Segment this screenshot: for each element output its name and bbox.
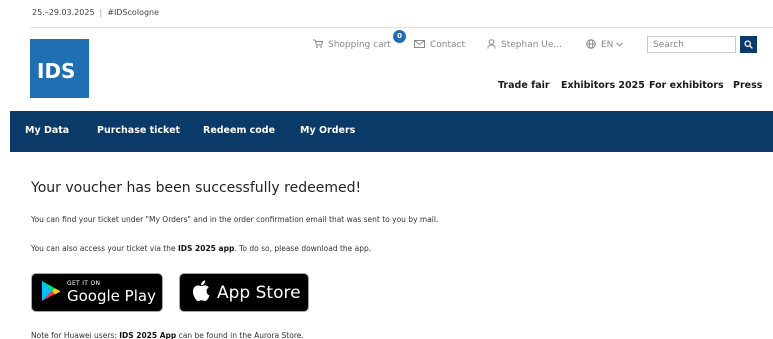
google-play-icon [41, 280, 61, 306]
app-info-post: . To do so, please download the app. [234, 244, 372, 253]
nav-press[interactable]: Press [733, 80, 762, 94]
account-subnav: My Data Purchase ticket Redeem code My O… [10, 111, 773, 152]
note-app-name: IDS 2025 App [119, 331, 177, 339]
success-headline: Your voucher has been successfully redee… [31, 180, 362, 196]
subnav-purchase-ticket[interactable]: Purchase ticket [97, 125, 180, 136]
order-info-text: You can find your ticket under "My Order… [31, 215, 439, 224]
cart-label: Shopping cart [328, 40, 391, 50]
separator: | [99, 8, 103, 17]
contact-label: Contact [430, 40, 466, 50]
cart-icon [313, 39, 324, 51]
event-dates: 25.–29.03.2025 [32, 8, 95, 17]
search-input[interactable] [647, 36, 736, 53]
app-name: IDS 2025 app [178, 244, 235, 253]
globe-icon [586, 38, 596, 52]
event-info: 25.–29.03.2025 | #IDScologne [32, 8, 159, 17]
cart-count-badge: 0 [393, 30, 406, 43]
app-info-pre: You can also access your ticket via the [31, 244, 178, 253]
mail-icon [414, 39, 425, 51]
google-play-button[interactable]: GET IT ON Google Play [31, 273, 163, 312]
subnav-my-data[interactable]: My Data [25, 125, 69, 136]
contact-link[interactable]: Contact [414, 37, 465, 53]
huawei-note: Note for Huawei users: IDS 2025 App can … [31, 331, 304, 339]
logo-text: IDS [37, 59, 75, 83]
google-play-big-text: Google Play [67, 287, 156, 305]
top-divider [30, 27, 773, 28]
apple-icon [192, 280, 210, 305]
language-label: EN [601, 40, 614, 50]
app-info-text: You can also access your ticket via the … [31, 244, 371, 253]
event-hashtag: #IDScologne [107, 8, 160, 17]
subnav-my-orders[interactable]: My Orders [300, 125, 355, 136]
chevron-down-icon [616, 40, 624, 50]
nav-for-exhibitors[interactable]: For exhibitors [649, 80, 724, 94]
note-post: can be found in the Aurora Store. [176, 331, 304, 339]
language-selector[interactable]: EN [586, 37, 624, 53]
ids-logo[interactable]: IDS [30, 39, 89, 98]
search-button[interactable] [740, 36, 757, 53]
nav-exhibitors-2025[interactable]: Exhibitors 2025 [561, 80, 645, 94]
subnav-redeem-code[interactable]: Redeem code [203, 125, 275, 136]
app-store-button[interactable]: App Store [179, 273, 309, 312]
user-icon [487, 38, 496, 52]
user-name: Stephan Ue... [501, 40, 562, 50]
search-icon [744, 40, 753, 49]
note-pre: Note for Huawei users: [31, 331, 120, 339]
user-account-link[interactable]: Stephan Ue... [487, 37, 562, 53]
app-store-big-text: App Store [217, 282, 301, 303]
shopping-cart-link[interactable]: Shopping cart 0 [313, 30, 406, 53]
nav-trade-fair[interactable]: Trade fair [498, 80, 550, 94]
